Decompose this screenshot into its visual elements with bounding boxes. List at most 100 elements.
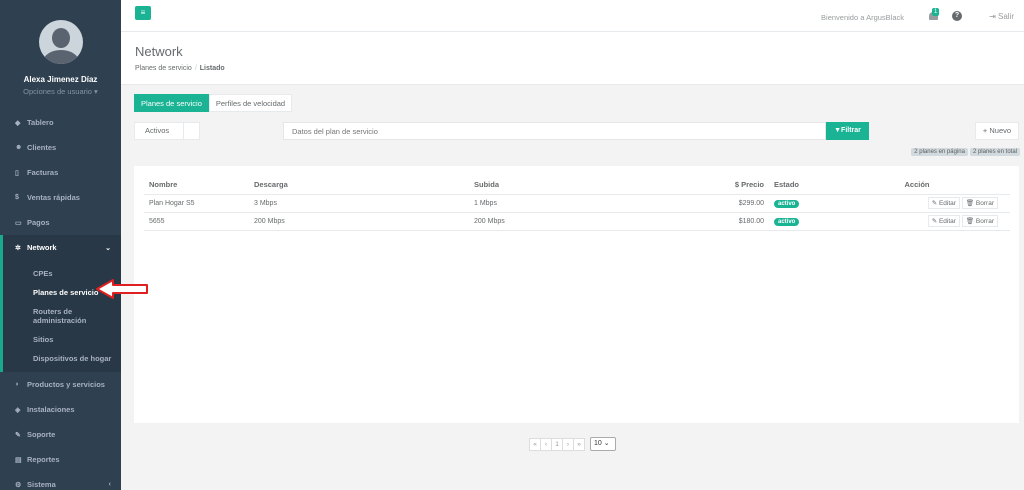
column-header-descarga[interactable]: Descarga — [254, 176, 474, 195]
welcome-text: Bienvenido a ArgusBlack — [821, 13, 904, 22]
last-page-button[interactable]: » — [573, 437, 585, 451]
card-icon: ▭ — [15, 219, 22, 227]
pagination: « ‹ 1 › » 10 ⌄ — [529, 437, 616, 451]
menu-toggle-button[interactable]: ≡ — [135, 6, 151, 20]
top-navbar: ≡ Bienvenido a ArgusBlack 1 ? ⇥ Salir — [121, 0, 1024, 32]
user-profile: Alexa Jimenez Díaz Opciones de usuario ▾ — [0, 0, 121, 110]
page-heading: Network Planes de servicio / Listado — [121, 32, 1024, 85]
sidebar-item-label: Instalaciones — [27, 405, 75, 414]
breadcrumb-current: Listado — [199, 65, 225, 72]
tab-bar: Planes de servicio Perfiles de velocidad — [134, 94, 293, 112]
notification-badge: 1 — [932, 8, 940, 16]
cell-download: 200 Mbps — [254, 212, 474, 231]
cell-price: $299.00 — [649, 194, 764, 213]
logout-link[interactable]: ⇥ Salir — [989, 12, 1014, 21]
new-plan-button[interactable]: + Nuevo — [975, 122, 1019, 140]
column-header-precio[interactable]: $ Precio — [649, 176, 764, 195]
sidebar-item-tablero[interactable]: ◆ Tablero — [0, 110, 121, 135]
cell-upload: 1 Mbps — [474, 194, 649, 213]
sidebar-item-label: Facturas — [27, 168, 59, 177]
book-icon: ▤ — [15, 456, 22, 464]
bell-icon[interactable]: 1 — [928, 8, 942, 22]
sidebar-item-clientes[interactable]: ☻ Clientes — [0, 135, 121, 160]
sidebar-item-reportes[interactable]: ▤ Reportes — [0, 447, 121, 472]
cell-status: activo — [764, 212, 824, 231]
total-count-badge: 2 planes en total — [969, 148, 1020, 156]
chevron-left-icon: ‹ — [108, 481, 111, 488]
sidebar-item-label: Tablero — [27, 118, 54, 127]
cell-price: $180.00 — [649, 212, 764, 231]
annotation-arrow-icon — [96, 279, 148, 299]
cell-actions: ✎ Editar 🗑 Borrar — [824, 194, 1010, 213]
delete-button[interactable]: 🗑 Borrar — [961, 215, 998, 227]
table-header-row: Nombre Descarga Subida $ Precio Estado A… — [144, 176, 1010, 195]
support-icon: ✎ — [15, 431, 21, 439]
status-filter-toggle[interactable] — [184, 122, 200, 140]
sidebar-item-network[interactable]: ✲ Network ⌄ — [0, 235, 121, 260]
dashboard-icon: ◆ — [15, 119, 21, 127]
sidebar-item-instalaciones[interactable]: ◈ Instalaciones — [0, 397, 121, 422]
plans-table-card: Nombre Descarga Subida $ Precio Estado A… — [134, 166, 1019, 423]
sidebar-item-label: Productos y servicios — [27, 380, 105, 389]
cell-actions: ✎ Editar 🗑 Borrar — [824, 212, 1010, 231]
breadcrumb-separator: / — [194, 65, 197, 72]
sidebar-item-label: Sistema — [27, 480, 56, 489]
chevron-down-icon: ⌄ — [105, 244, 111, 252]
document-icon: ▯ — [15, 169, 19, 177]
sidebar-item-sistema[interactable]: ⚙ Sistema ‹ — [0, 472, 121, 490]
page-title: Network — [135, 44, 183, 59]
sidebar-item-ventas-rapidas[interactable]: $ Ventas rápidas — [0, 185, 121, 210]
sidebar: Alexa Jimenez Díaz Opciones de usuario ▾… — [0, 0, 121, 490]
sidebar-item-label: Network — [27, 243, 57, 252]
network-submenu: CPEs Planes de servicio Routers de admin… — [0, 260, 121, 372]
cell-status: activo — [764, 194, 824, 213]
column-header-subida[interactable]: Subida — [474, 176, 649, 195]
tab-planes-de-servicio[interactable]: Planes de servicio — [134, 94, 209, 112]
status-badge: activo — [774, 217, 800, 226]
avatar[interactable] — [38, 20, 83, 64]
cell-upload: 200 Mbps — [474, 212, 649, 231]
search-input[interactable] — [283, 122, 826, 140]
cell-name: Plan Hogar S5 — [144, 194, 254, 213]
column-header-estado[interactable]: Estado — [764, 176, 824, 195]
plans-table: Nombre Descarga Subida $ Precio Estado A… — [144, 176, 1010, 231]
tag-icon: ◗ — [15, 381, 20, 388]
edit-button[interactable]: ✎ Editar — [927, 197, 960, 209]
edit-button[interactable]: ✎ Editar — [927, 215, 960, 227]
sidebar-item-pagos[interactable]: ▭ Pagos — [0, 210, 121, 235]
submenu-item-dispositivos[interactable]: Dispositivos de hogar — [3, 349, 121, 368]
sidebar-item-label: Reportes — [27, 455, 60, 464]
sidebar-item-soporte[interactable]: ✎ Soporte — [0, 422, 121, 447]
wrench-icon: ◈ — [15, 406, 21, 414]
table-row: Plan Hogar S5 3 Mbps 1 Mbps $299.00 acti… — [144, 194, 1010, 213]
tab-perfiles-de-velocidad[interactable]: Perfiles de velocidad — [208, 94, 293, 112]
page-count-badge: 2 planes en página — [911, 148, 968, 156]
breadcrumb: Planes de servicio / Listado — [135, 65, 1010, 72]
column-header-accion: Acción — [824, 176, 1010, 195]
column-header-nombre[interactable]: Nombre — [144, 176, 254, 195]
table-row: 5655 200 Mbps 200 Mbps $180.00 activo ✎ … — [144, 212, 1010, 231]
cog-icon: ✲ — [15, 244, 21, 252]
sidebar-item-label: Soporte — [27, 430, 56, 439]
filter-button[interactable]: ▼Filtrar — [826, 122, 869, 140]
delete-button[interactable]: 🗑 Borrar — [961, 197, 998, 209]
sidebar-item-label: Pagos — [27, 218, 50, 227]
gears-icon: ⚙ — [15, 481, 22, 489]
page-size-select[interactable]: 10 ⌄ — [590, 437, 616, 451]
help-icon[interactable]: ? — [952, 11, 962, 21]
sidebar-item-label: Ventas rápidas — [27, 193, 80, 202]
count-badges: 2 planes en página 2 planes en total — [911, 148, 1020, 156]
submenu-item-sitios[interactable]: Sitios — [3, 330, 121, 349]
status-badge: activo — [774, 199, 800, 208]
breadcrumb-link[interactable]: Planes de servicio — [135, 65, 192, 72]
status-filter-button[interactable]: Activos — [134, 122, 184, 140]
sidebar-item-facturas[interactable]: ▯ Facturas — [0, 160, 121, 185]
submenu-item-routers[interactable]: Routers de administración — [3, 302, 121, 330]
users-icon: ☻ — [15, 144, 23, 151]
user-name: Alexa Jimenez Díaz — [23, 75, 98, 84]
sidebar-item-label: Clientes — [27, 143, 57, 152]
user-options-dropdown[interactable]: Opciones de usuario ▾ — [0, 87, 121, 96]
sidebar-item-productos[interactable]: ◗ Productos y servicios — [0, 372, 121, 397]
cell-name: 5655 — [144, 212, 254, 231]
dollar-icon: $ — [15, 194, 19, 201]
